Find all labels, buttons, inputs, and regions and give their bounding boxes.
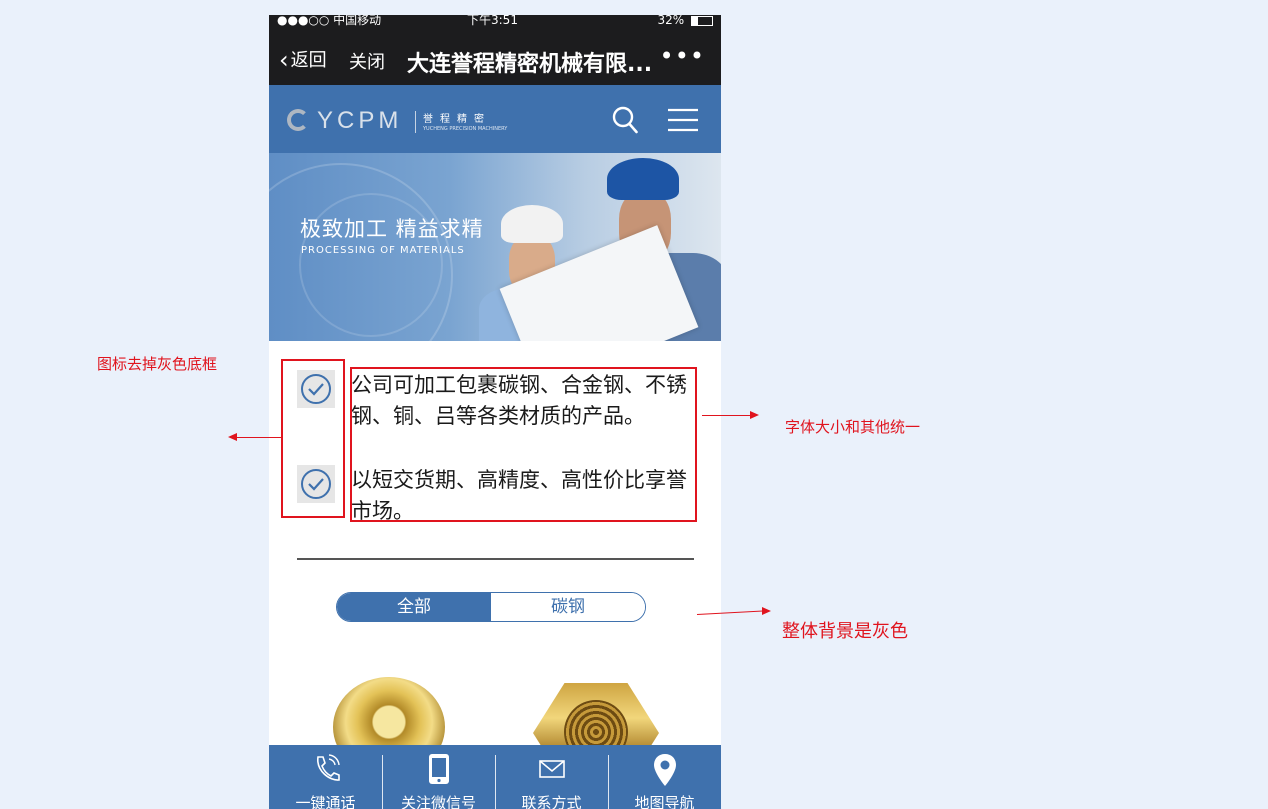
annotation-arrow-head <box>228 433 237 441</box>
annotation-icon-note: 图标去掉灰色底框 <box>97 355 218 373</box>
more-options-button[interactable]: ••• <box>660 42 705 70</box>
carrier-label: ●●●○○ 中国移动 <box>277 15 382 27</box>
logo-text: YCPM <box>317 107 403 134</box>
bottom-nav-map[interactable]: 地图导航 <box>608 745 721 809</box>
back-button[interactable]: ‹ 返回 <box>279 46 327 74</box>
bottom-nav-label: 联系方式 <box>521 794 582 809</box>
annotation-box-icons <box>281 359 345 518</box>
bottom-nav-bar: 一键通话 关注微信号 联系方式 地图导航 <box>269 745 721 809</box>
category-tabs: 全部 碳钢 <box>336 592 646 622</box>
clock: 下午3:51 <box>467 15 518 27</box>
status-bar: ●●●○○ 中国移动 下午3:51 32% <box>269 15 721 28</box>
tab-all[interactable]: 全部 <box>337 593 491 621</box>
annotation-arrow-head <box>762 607 771 615</box>
bottom-nav-call[interactable]: 一键通话 <box>269 745 382 809</box>
wechat-nav-bar: ‹ 返回 关闭 大连誉程精密机械有限... ••• <box>269 28 721 85</box>
site-header: YCPM 誉程精密 YUCHENG PRECISION MACHINERY <box>269 85 721 153</box>
banner-photo-shape <box>501 205 563 243</box>
search-icon[interactable] <box>612 106 638 134</box>
battery-percent: 32% <box>657 15 685 27</box>
annotation-arrow <box>702 415 750 416</box>
annotation-arrow-head <box>750 411 759 419</box>
close-button[interactable]: 关闭 <box>349 48 385 74</box>
bottom-nav-label: 关注微信号 <box>400 794 476 809</box>
section-divider <box>297 558 694 560</box>
bottom-nav-wechat[interactable]: 关注微信号 <box>382 745 495 809</box>
annotation-arrow <box>236 437 281 438</box>
banner-photo-shape <box>607 158 679 200</box>
logo-separator <box>415 111 416 133</box>
logo-english-name: YUCHENG PRECISION MACHINERY <box>423 126 508 132</box>
banner-title: 极致加工 精益求精 <box>300 217 484 241</box>
logo-chinese-name: 誉程精密 <box>423 114 491 125</box>
back-label: 返回 <box>290 50 327 71</box>
map-pin-icon <box>653 754 676 786</box>
annotation-font-note: 字体大小和其他统一 <box>785 418 921 436</box>
annotation-box-text <box>350 367 697 522</box>
menu-icon[interactable] <box>667 107 699 133</box>
phone-icon <box>316 754 340 781</box>
annotation-background-note: 整体背景是灰色 <box>782 621 908 642</box>
tab-carbon-steel[interactable]: 碳钢 <box>491 593 645 621</box>
banner-subtitle: PROCESSING OF MATERIALS <box>301 245 465 256</box>
logo-mark-icon <box>287 109 309 131</box>
battery-icon <box>691 15 713 26</box>
bottom-nav-label: 一键通话 <box>295 794 356 809</box>
battery-indicator: 32% <box>657 15 713 27</box>
mail-icon <box>538 760 565 778</box>
hero-banner: 极致加工 精益求精 PROCESSING OF MATERIALS <box>269 153 721 341</box>
bottom-nav-label: 地图导航 <box>634 794 695 809</box>
page-title: 大连誉程精密机械有限... <box>407 52 653 77</box>
mobile-icon <box>428 754 449 784</box>
chevron-left-icon: ‹ <box>279 46 289 74</box>
bottom-nav-contact[interactable]: 联系方式 <box>495 745 608 809</box>
